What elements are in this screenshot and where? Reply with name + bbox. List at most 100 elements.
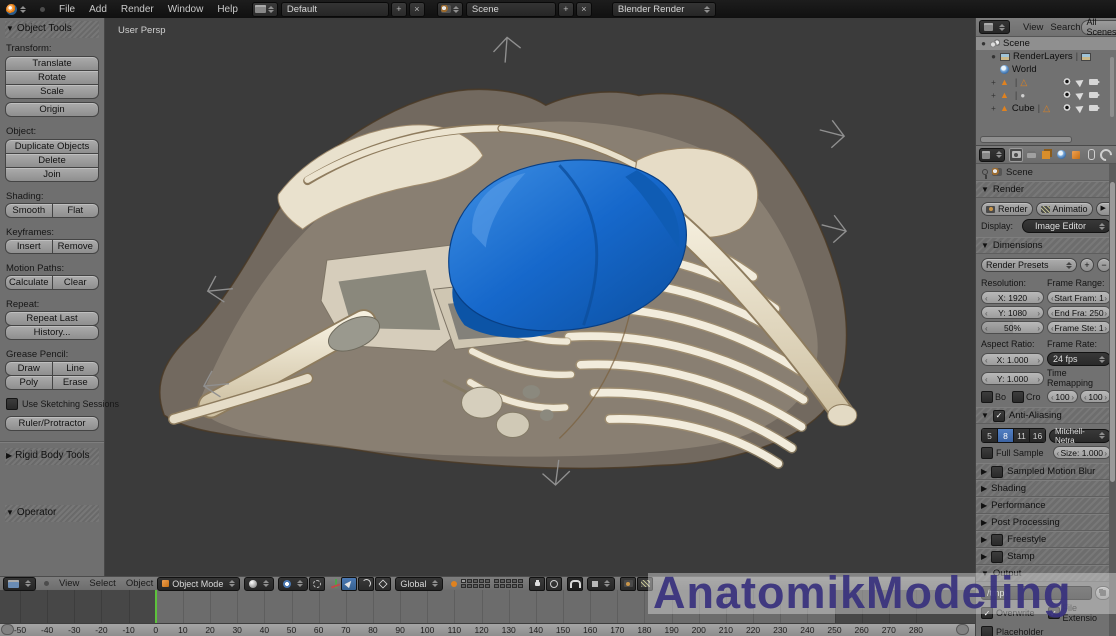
tab-world[interactable] — [1054, 148, 1068, 162]
object-tools-header[interactable]: ▼Object Tools — [5, 21, 99, 38]
outliner-h-scrollbar[interactable] — [980, 136, 1072, 143]
render-button[interactable]: Render — [981, 202, 1033, 216]
viewport-menu-view[interactable]: View — [59, 578, 79, 589]
aa-filter-dropdown[interactable]: Mitchell-Netra — [1049, 429, 1111, 443]
shelf-button-draw[interactable]: Draw — [5, 361, 53, 376]
orientation-dropdown[interactable]: Global — [395, 577, 443, 591]
editor-type-dropdown[interactable] — [3, 577, 36, 591]
layers-grid-2[interactable] — [494, 579, 523, 588]
tab-object[interactable] — [1069, 148, 1083, 162]
section-header-freestyle[interactable]: ▶Freestyle — [976, 531, 1116, 548]
frame-start-field[interactable]: Start Fram: 1 — [1047, 291, 1111, 304]
current-frame-marker[interactable] — [155, 590, 157, 623]
tab-modifiers[interactable] — [1099, 148, 1113, 162]
outliner-row-cube[interactable]: +▲Cube|△ — [976, 102, 1116, 115]
layer-cell[interactable] — [485, 584, 490, 588]
selectable-cursor-icon[interactable] — [1075, 76, 1085, 87]
aa-sample-5[interactable]: 5 — [982, 429, 997, 442]
section-checkbox[interactable] — [991, 551, 1003, 563]
layer-cell[interactable] — [512, 579, 517, 583]
logo-dropdown-arrows-icon[interactable] — [20, 6, 26, 13]
shelf-button-smooth[interactable]: Smooth — [5, 203, 53, 218]
pin-icon[interactable] — [982, 169, 988, 175]
section-header-stamp[interactable]: ▶Stamp — [976, 548, 1116, 565]
expander-icon[interactable]: + — [990, 78, 997, 87]
pivot-dropdown[interactable] — [278, 577, 308, 591]
layer-cell[interactable] — [485, 579, 490, 583]
snap-magnet-button[interactable] — [567, 577, 583, 591]
layer-cell[interactable] — [494, 579, 499, 583]
shelf-button-remove[interactable]: Remove — [52, 239, 100, 254]
renderable-camera-icon[interactable] — [1089, 92, 1098, 98]
menu-render[interactable]: Render — [121, 4, 154, 15]
shelf-button-delete[interactable]: Delete — [5, 153, 99, 168]
display-dropdown[interactable]: Image Editor — [1022, 219, 1111, 233]
shelf-button-history-[interactable]: History... — [5, 325, 99, 340]
resolution-x-field[interactable]: X: 1920 — [981, 291, 1044, 304]
outliner-menu-view[interactable]: View — [1023, 22, 1043, 33]
screen-layout-field[interactable]: Default — [281, 2, 389, 17]
timeline-ruler[interactable]: -50-40-30-20-100102030405060708090100110… — [0, 623, 975, 636]
dimensions-section-header[interactable]: ▼Dimensions — [976, 237, 1116, 254]
properties-editor-dropdown[interactable] — [979, 148, 1005, 162]
visibility-eye-icon[interactable] — [1062, 78, 1072, 85]
operator-panel-header[interactable]: ▼Operator — [5, 505, 99, 522]
layer-cell[interactable] — [461, 584, 466, 588]
shelf-button-insert[interactable]: Insert — [5, 239, 53, 254]
layer-cell[interactable] — [512, 584, 517, 588]
layer-cell[interactable] — [500, 579, 505, 583]
render-section-header[interactable]: ▼Render — [976, 181, 1116, 198]
outliner-row-scene[interactable]: ●Scene — [976, 37, 1116, 50]
expander-icon[interactable]: + — [990, 104, 997, 113]
visibility-eye-icon[interactable] — [1062, 104, 1072, 111]
section-checkbox[interactable] — [991, 534, 1003, 546]
outliner-v-scrollbar[interactable] — [1110, 57, 1114, 117]
rotate-manipulator-button[interactable] — [358, 577, 374, 591]
outliner-menu-search[interactable]: Search — [1050, 22, 1080, 33]
layer-cell[interactable] — [518, 579, 523, 583]
visibility-eye-icon[interactable] — [1062, 91, 1072, 98]
frame-step-field[interactable]: Frame Ste: 1 — [1047, 321, 1111, 334]
shelf-button-scale[interactable]: Scale — [5, 84, 99, 99]
scene-field[interactable]: Scene — [466, 2, 556, 17]
shelf-button-poly[interactable]: Poly — [5, 375, 53, 390]
menu-file[interactable]: File — [59, 4, 75, 15]
renderable-camera-icon[interactable] — [1089, 105, 1098, 111]
screen-layout-icon[interactable] — [252, 2, 278, 17]
expander-icon[interactable]: ● — [990, 52, 997, 61]
anti-aliasing-section-header[interactable]: ▼✓Anti-Aliasing — [976, 407, 1116, 424]
remap-old-field[interactable]: 100 — [1047, 390, 1078, 403]
aa-sample-16[interactable]: 16 — [1029, 429, 1045, 442]
layer-cell[interactable] — [479, 579, 484, 583]
shelf-button-repeat-last[interactable]: Repeat Last — [5, 311, 99, 326]
shelf-button-translate[interactable]: Translate — [5, 56, 99, 71]
shelf-button-rotate[interactable]: Rotate — [5, 70, 99, 85]
viewport-menu-select[interactable]: Select — [89, 578, 115, 589]
frame-end-field[interactable]: End Fra: 250 — [1047, 306, 1111, 319]
crop-checkbox[interactable] — [1012, 391, 1024, 403]
resolution-scale-slider[interactable]: 50% — [981, 321, 1044, 334]
outliner-row-renderlayers[interactable]: ●RenderLayers| — [976, 50, 1116, 63]
renderable-camera-icon[interactable] — [1089, 79, 1098, 85]
expander-icon[interactable]: ● — [980, 39, 987, 48]
menu-window[interactable]: Window — [168, 4, 204, 15]
translate-manipulator-button[interactable] — [341, 577, 357, 591]
fps-dropdown[interactable]: 24 fps — [1047, 352, 1111, 366]
section-header-performance[interactable]: ▶Performance — [976, 497, 1116, 514]
layer-cell[interactable] — [518, 584, 523, 588]
aa-sample-8[interactable]: 8 — [997, 429, 1013, 442]
expander-icon[interactable]: + — [990, 91, 997, 100]
outliner-row[interactable]: +▲|△ — [976, 76, 1116, 89]
menu-help[interactable]: Help — [217, 4, 238, 15]
section-header-sampled-motion-blur[interactable]: ▶Sampled Motion Blur — [976, 463, 1116, 480]
outliner-row-world[interactable]: World — [976, 63, 1116, 76]
section-header-shading[interactable]: ▶Shading — [976, 480, 1116, 497]
layer-cell[interactable] — [461, 579, 466, 583]
selectable-cursor-icon[interactable] — [1075, 102, 1085, 113]
animation-button[interactable]: Animatio — [1036, 202, 1093, 216]
section-header-post-processing[interactable]: ▶Post Processing — [976, 514, 1116, 531]
remap-new-field[interactable]: 100 — [1080, 390, 1111, 403]
timeline-scrollbar-left-cap[interactable] — [1, 624, 14, 635]
tab-render-layers[interactable] — [1039, 148, 1053, 162]
render-opengl-button[interactable] — [620, 577, 636, 591]
